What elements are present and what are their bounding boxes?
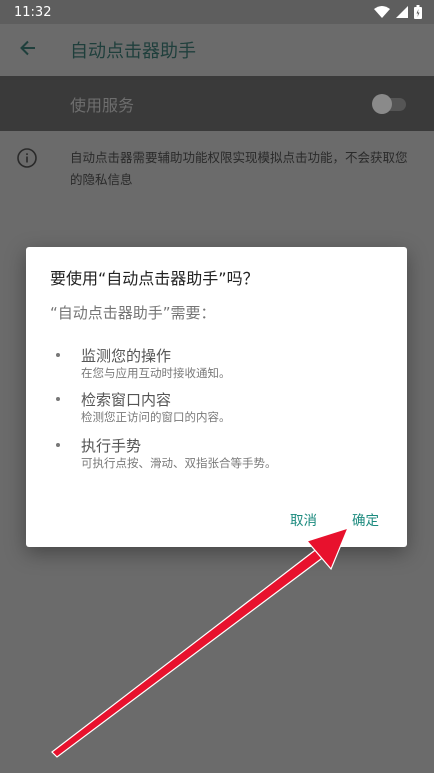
info-text: 自动点击器需要辅助功能权限实现模拟点击功能，不会获取您的隐私信息 (70, 150, 408, 187)
permission-name: 检索窗口内容 (81, 391, 172, 409)
status-icons (374, 5, 422, 19)
permission-name: 监测您的操作 (81, 347, 172, 365)
back-button[interactable] (0, 24, 56, 76)
bullet-icon (56, 353, 60, 357)
arrow-back-icon (18, 38, 38, 62)
bullet-icon (56, 443, 60, 447)
dialog-subtitle: “自动点击器助手”需要： (50, 304, 216, 322)
battery-icon (414, 5, 422, 19)
cancel-button[interactable]: 取消 (290, 509, 317, 529)
status-time: 11:32 (14, 4, 52, 20)
ok-button[interactable]: 确定 (352, 509, 379, 529)
permission-dialog: 要使用“自动点击器助手”吗？ “自动点击器助手”需要： 监测您的操作 在您与应用… (26, 247, 407, 547)
bullet-icon (56, 397, 60, 401)
use-service-toggle[interactable] (372, 93, 408, 114)
info-icon (16, 147, 38, 169)
use-service-row[interactable]: 使用服务 (0, 76, 434, 131)
wifi-icon (374, 6, 390, 18)
permission-name: 执行手势 (81, 437, 142, 455)
status-bar: 11:32 (0, 0, 434, 24)
permission-desc: 检测您正访问的窗口的内容。 (81, 410, 231, 424)
app-bar: 自动点击器助手 (0, 24, 434, 76)
signal-icon (396, 6, 408, 18)
dialog-title: 要使用“自动点击器助手”吗？ (50, 269, 259, 288)
info-row: 自动点击器需要辅助功能权限实现模拟点击功能，不会获取您的隐私信息 (0, 131, 434, 201)
permission-desc: 在您与应用互动时接收通知。 (81, 366, 231, 380)
page-title: 自动点击器助手 (70, 41, 196, 62)
permission-desc: 可执行点按、滑动、双指张合等手势。 (81, 456, 277, 470)
use-service-label: 使用服务 (70, 95, 135, 115)
toggle-thumb (372, 93, 392, 114)
